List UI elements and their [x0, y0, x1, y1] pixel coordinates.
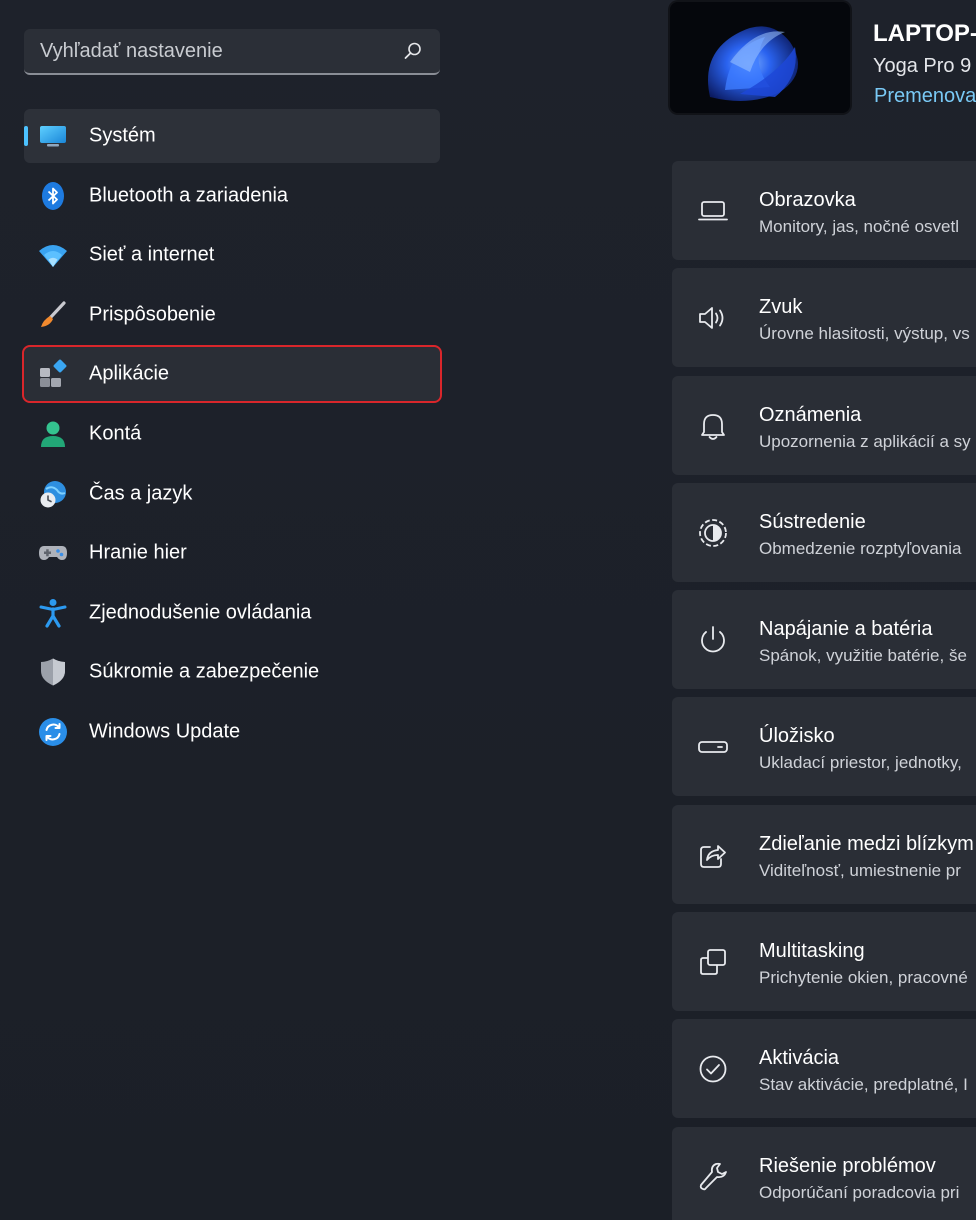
search-icon[interactable]: [404, 42, 422, 60]
sidebar-item-windows-update[interactable]: Windows Update: [24, 705, 440, 759]
sidebar-item-label: Hranie hier: [89, 541, 187, 564]
card-display[interactable]: Obrazovka Monitory, jas, nočné osvetl: [672, 161, 976, 260]
sidebar-item-gaming[interactable]: Hranie hier: [24, 526, 440, 580]
power-icon: [701, 626, 725, 653]
card-nearby-sharing[interactable]: Zdieľanie medzi blízkym Viditeľnosť, umi…: [672, 804, 976, 904]
wifi-icon: [39, 245, 67, 268]
card-notifications[interactable]: Oznámenia Upozornenia z aplikácií a sy: [672, 375, 976, 475]
card-subtitle: Stav aktivácie, predplatné, I: [759, 1075, 968, 1095]
sidebar-item-label: Zjednodušenie ovládania: [89, 601, 312, 624]
card-subtitle: Ukladací priestor, jednotky,: [759, 753, 962, 773]
wrench-icon: [699, 1162, 727, 1190]
system-settings-list: Obrazovka Monitory, jas, nočné osvetl Zv…: [672, 161, 976, 1220]
sidebar-item-label: Čas a jazyk: [89, 482, 193, 505]
card-focus[interactable]: Sústredenie Obmedzenie rozptyľovania: [672, 482, 976, 582]
activation-check-icon: [699, 1055, 727, 1083]
sidebar-item-time-language[interactable]: Čas a jazyk: [24, 467, 440, 521]
settings-window: Systém Bluetooth a zariadenia Sieť a int…: [0, 0, 976, 1220]
card-title: Úložisko: [759, 725, 835, 748]
laptop-display-icon: [698, 201, 728, 221]
sidebar-item-label: Sieť a internet: [89, 243, 215, 266]
sidebar-item-apps[interactable]: Aplikácie: [22, 345, 442, 404]
sidebar-item-personalization[interactable]: Prispôsobenie: [24, 288, 440, 342]
time-language-icon: [40, 480, 66, 508]
focus-icon: [699, 518, 727, 547]
search-box[interactable]: [24, 29, 440, 75]
card-storage[interactable]: Úložisko Ukladací priestor, jednotky,: [672, 697, 976, 797]
card-title: Zvuk: [759, 296, 803, 319]
sidebar-item-label: Súkromie a zabezpečenie: [89, 660, 320, 683]
card-subtitle: Prichytenie okien, pracovné: [759, 968, 968, 988]
card-title: Zdieľanie medzi blízkym: [759, 832, 974, 855]
card-subtitle: Obmedzenie rozptyľovania: [759, 538, 962, 558]
card-subtitle: Viditeľnosť, umiestnenie pr: [759, 860, 961, 880]
card-title: Multitasking: [759, 940, 865, 963]
rename-device-link[interactable]: Premenova: [874, 85, 976, 108]
account-icon: [41, 421, 65, 447]
device-model: Yoga Pro 9: [873, 55, 972, 77]
card-sound[interactable]: Zvuk Úrovne hlasitosti, výstup, vs: [672, 268, 976, 368]
sidebar-item-privacy-security[interactable]: Súkromie a zabezpečenie: [24, 645, 440, 699]
sidebar-item-label: Prispôsobenie: [89, 303, 216, 326]
paintbrush-icon: [41, 301, 66, 327]
card-title: Napájanie a batéria: [759, 618, 933, 641]
card-title: Sústredenie: [759, 510, 866, 533]
windows-bloom-wallpaper: [670, 2, 850, 113]
search-input[interactable]: [24, 29, 400, 73]
card-multitasking[interactable]: Multitasking Prichytenie okien, pracovné: [672, 912, 976, 1012]
sidebar-item-label: Aplikácie: [89, 362, 170, 385]
card-title: Obrazovka: [759, 189, 856, 211]
apps-icon: [40, 359, 67, 388]
card-subtitle: Monitory, jas, nočné osvetl: [759, 217, 959, 236]
sidebar-item-label: Windows Update: [89, 720, 241, 743]
sidebar-item-accounts[interactable]: Kontá: [24, 407, 440, 461]
multitasking-icon: [700, 949, 726, 975]
sidebar-nav: Systém Bluetooth a zariadenia Sieť a int…: [22, 109, 442, 765]
card-title: Riešenie problémov: [759, 1154, 936, 1177]
card-subtitle: Upozornenia z aplikácií a sy: [759, 431, 971, 451]
system-display-icon: [40, 126, 66, 147]
sidebar-item-bluetooth[interactable]: Bluetooth a zariadenia: [24, 169, 440, 223]
sidebar-item-system[interactable]: Systém: [24, 109, 440, 163]
device-wallpaper-thumbnail: [670, 2, 850, 113]
windows-update-icon: [39, 717, 67, 746]
card-activation[interactable]: Aktivácia Stav aktivácie, predplatné, I: [672, 1019, 976, 1119]
shield-icon: [41, 658, 65, 686]
bluetooth-icon: [42, 181, 64, 210]
device-name: LAPTOP-: [873, 20, 976, 47]
sidebar-item-accessibility[interactable]: Zjednodušenie ovládania: [24, 586, 440, 640]
sidebar-item-label: Bluetooth a zariadenia: [89, 184, 289, 207]
sidebar-item-label: Kontá: [89, 422, 142, 445]
bell-icon: [701, 413, 725, 440]
sidebar-item-label: Systém: [89, 124, 156, 147]
card-troubleshoot[interactable]: Riešenie problémov Odporúčaní poradcovia…: [672, 1126, 976, 1220]
speaker-icon: [699, 307, 724, 330]
active-indicator: [24, 126, 28, 146]
card-subtitle: Úrovne hlasitosti, výstup, vs: [759, 324, 970, 344]
gamepad-icon: [39, 546, 67, 561]
card-subtitle: Odporúčaní poradcovia pri: [759, 1182, 960, 1202]
sidebar-item-network[interactable]: Sieť a internet: [24, 228, 440, 282]
card-subtitle: Spánok, využitie batérie, še: [759, 646, 967, 666]
nearby-share-icon: [700, 844, 726, 868]
card-title: Aktivácia: [759, 1047, 840, 1070]
storage-icon: [698, 741, 728, 754]
card-title: Oznámenia: [759, 403, 862, 426]
card-power-battery[interactable]: Napájanie a batéria Spánok, využitie bat…: [672, 590, 976, 690]
accessibility-icon: [39, 598, 67, 628]
